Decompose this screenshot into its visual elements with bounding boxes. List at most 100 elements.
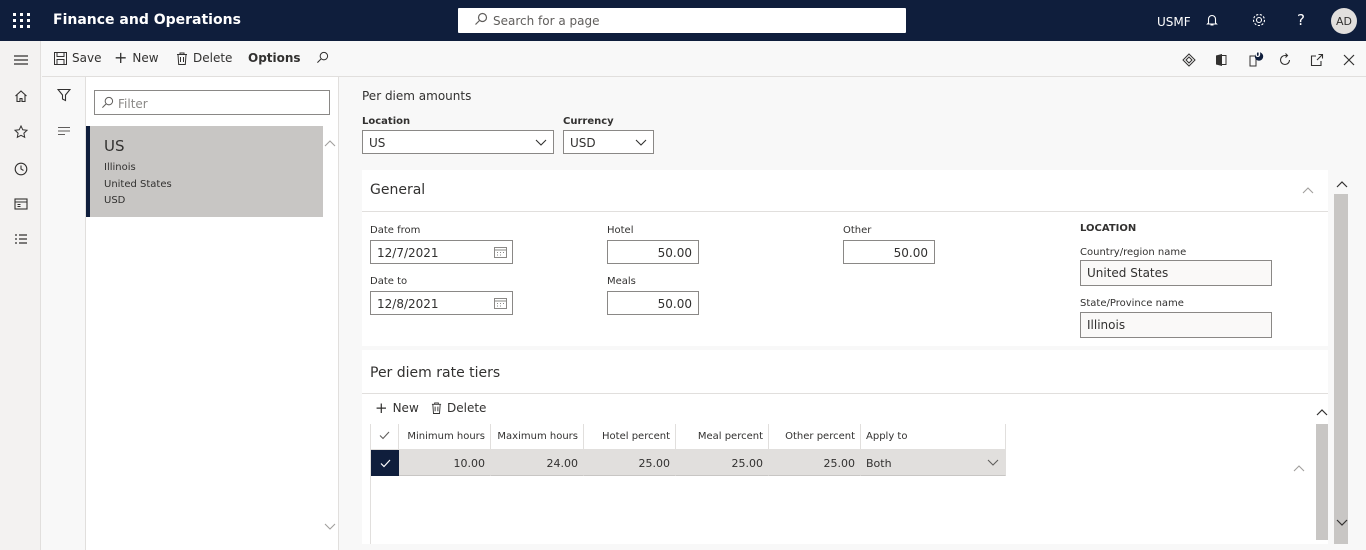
list-view-icon[interactable]	[54, 121, 74, 141]
cell-meal-percent[interactable]: 25.00	[676, 450, 769, 476]
search-icon	[102, 96, 114, 108]
cell-minimum-hours[interactable]: 10.00	[399, 450, 491, 476]
currency-label: Currency	[563, 116, 614, 127]
chevron-up-icon[interactable]	[324, 139, 336, 147]
left-nav	[0, 41, 41, 550]
chevron-up-icon[interactable]	[1293, 464, 1305, 472]
tier-new-label: New	[392, 401, 419, 415]
list-tools	[42, 77, 86, 550]
refresh-icon[interactable]	[1276, 51, 1294, 69]
grid-scrollbar[interactable]	[1316, 424, 1328, 540]
other-field[interactable]: 50.00	[843, 240, 935, 264]
action-pane: Save + New Delete Options 0	[42, 41, 1366, 77]
date-from-label: Date from	[370, 225, 421, 236]
app-launcher-icon[interactable]	[12, 10, 32, 30]
list-item-currency: USD	[104, 195, 126, 206]
other-label: Other	[843, 225, 872, 236]
col-minimum-hours[interactable]: Minimum hours	[399, 424, 491, 450]
options-button[interactable]: Options	[248, 51, 301, 65]
cell-apply-to[interactable]: Both	[861, 450, 1006, 476]
diamond-icon[interactable]	[1180, 51, 1198, 69]
meals-field[interactable]: 50.00	[607, 291, 699, 315]
hamburger-icon[interactable]	[10, 49, 32, 71]
search-input[interactable]: Search for a page	[458, 8, 906, 33]
chevron-up-icon[interactable]	[1302, 186, 1314, 194]
list-item-code: US	[104, 137, 125, 155]
search-icon	[317, 51, 329, 63]
col-apply-to[interactable]: Apply to	[861, 424, 1006, 450]
close-icon[interactable]	[1340, 51, 1358, 69]
app-name[interactable]: Finance and Operations	[53, 12, 241, 28]
avatar[interactable]: AD	[1331, 8, 1357, 34]
trash-icon	[177, 52, 187, 65]
tier-delete-button[interactable]: Delete	[431, 401, 486, 415]
page-scrollbar[interactable]	[1334, 194, 1348, 544]
date-from-field[interactable]: 12/7/2021	[370, 240, 513, 264]
row-select-checkbox[interactable]	[371, 450, 399, 476]
hotel-value: 50.00	[657, 246, 692, 260]
general-header[interactable]: General	[370, 182, 425, 198]
list-item-state: Illinois	[104, 162, 136, 173]
calendar-icon[interactable]	[494, 297, 507, 309]
gear-icon[interactable]	[1248, 9, 1270, 31]
location-select[interactable]: US	[362, 130, 554, 154]
save-button[interactable]: Save	[54, 51, 101, 65]
country-value: United States	[1087, 266, 1169, 280]
filter-placeholder: Filter	[118, 97, 148, 111]
tier-new-button[interactable]: + New	[375, 399, 419, 417]
delete-label: Delete	[193, 51, 233, 65]
other-value: 50.00	[893, 246, 928, 260]
location-value: US	[369, 136, 386, 150]
date-to-field[interactable]: 12/8/2021	[370, 291, 513, 315]
help-icon[interactable]: ?	[1290, 9, 1312, 31]
bell-icon[interactable]	[1201, 9, 1223, 31]
chevron-down-icon[interactable]	[324, 523, 336, 531]
plus-icon: +	[375, 399, 388, 417]
meals-value: 50.00	[657, 297, 692, 311]
company-selector[interactable]: USMF	[1157, 15, 1191, 29]
clock-icon[interactable]	[10, 158, 32, 180]
col-other-percent[interactable]: Other percent	[769, 424, 861, 450]
state-field[interactable]: Illinois	[1080, 312, 1272, 338]
cell-hotel-percent[interactable]: 25.00	[584, 450, 676, 476]
col-maximum-hours[interactable]: Maximum hours	[491, 424, 584, 450]
tier-delete-label: Delete	[447, 401, 487, 415]
chevron-up-icon[interactable]	[1336, 180, 1348, 188]
cell-other-percent[interactable]: 25.00	[769, 450, 861, 476]
delete-button[interactable]: Delete	[176, 51, 232, 65]
star-icon[interactable]	[10, 121, 32, 143]
country-field[interactable]: United States	[1080, 260, 1272, 286]
notification-icon[interactable]: 0	[1247, 50, 1265, 69]
list-item[interactable]: US Illinois United States USD	[86, 126, 323, 217]
search-icon	[475, 12, 488, 25]
new-button[interactable]: + New	[114, 48, 159, 67]
plus-icon: +	[114, 48, 128, 67]
select-all-checkbox[interactable]	[371, 424, 399, 450]
date-from-value: 12/7/2021	[377, 246, 439, 260]
list-item-country: United States	[104, 179, 172, 190]
workspace-icon[interactable]	[10, 193, 32, 215]
filter-icon[interactable]	[54, 85, 74, 105]
calendar-icon[interactable]	[494, 246, 507, 258]
search-placeholder: Search for a page	[493, 14, 600, 28]
tiers-header[interactable]: Per diem rate tiers	[370, 365, 500, 381]
chevron-down-icon[interactable]	[1336, 519, 1348, 527]
cell-maximum-hours[interactable]: 24.00	[491, 450, 584, 476]
find-button[interactable]	[316, 51, 329, 64]
options-label: Options	[248, 51, 301, 65]
home-icon[interactable]	[10, 85, 32, 107]
filter-input[interactable]: Filter	[94, 90, 330, 115]
col-hotel-percent[interactable]: Hotel percent	[584, 424, 676, 450]
general-divider	[362, 211, 1328, 212]
chevron-down-icon	[635, 139, 647, 146]
state-label: State/Province name	[1080, 298, 1184, 309]
col-meal-percent[interactable]: Meal percent	[676, 424, 769, 450]
tiers-grid: Minimum hours Maximum hours Hotel percen…	[370, 424, 1305, 544]
modules-icon[interactable]	[10, 229, 32, 251]
open-new-window-icon[interactable]	[1308, 51, 1326, 69]
currency-select[interactable]: USD	[563, 130, 654, 154]
chevron-up-icon[interactable]	[1316, 408, 1328, 416]
meals-label: Meals	[607, 276, 636, 287]
office-icon[interactable]	[1212, 51, 1230, 69]
hotel-field[interactable]: 50.00	[607, 240, 699, 264]
